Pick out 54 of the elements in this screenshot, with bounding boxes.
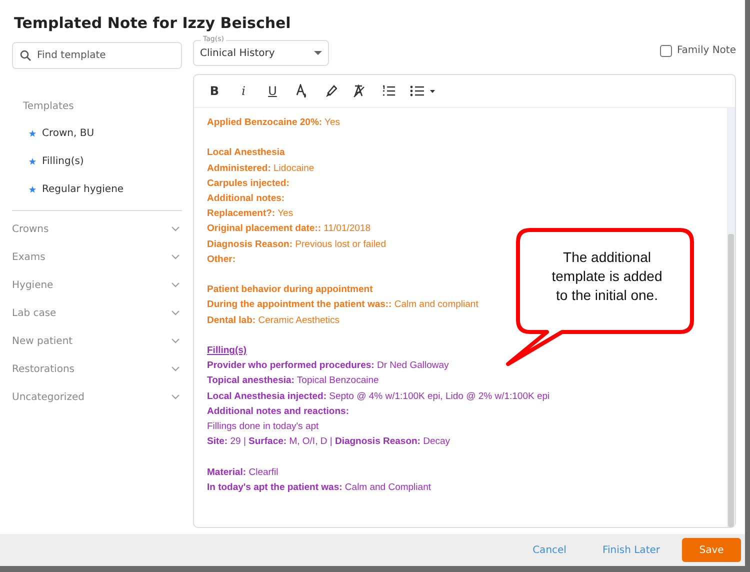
caret-icon [314, 51, 322, 55]
note-line: Replacement?: Yes [207, 207, 294, 222]
bold-button[interactable]: B [202, 80, 227, 102]
scrollbar[interactable] [727, 108, 735, 527]
note-line: Site: 29 | Surface: M, O/I, D | Diagnosis Reason: Decay [207, 435, 450, 450]
note-line: Patient behavior during appointment [207, 283, 373, 298]
note-line: Material: Clearfil [207, 466, 278, 480]
note-line: In today's apt the patient was: Calm and Compliant [207, 480, 431, 495]
italic-button[interactable]: i [231, 80, 256, 102]
category-item[interactable]: New patient [12, 327, 182, 355]
section-heading: Templates [23, 100, 75, 114]
template-item[interactable]: Regular hygiene [29, 182, 182, 197]
category-item[interactable]: Uncategorized [12, 383, 182, 411]
star-icon [29, 186, 36, 193]
star-icon [29, 158, 36, 165]
note-line: Other: [207, 252, 236, 267]
underline-button[interactable]: U [260, 80, 285, 102]
section-heading: Filling(s) [207, 344, 247, 358]
caret-icon[interactable] [430, 90, 434, 92]
link-button[interactable]: Cancel [518, 538, 580, 562]
note-line: Applied Benzocaine 20%: Yes [207, 116, 340, 130]
note-line: Local Anesthesia injected: Septo @ 4% w/1:100K epi, Lido @ 2% w/1:100K epi [207, 390, 550, 404]
note-line: Topical anesthesia: Topical Benzocaine [207, 374, 379, 388]
category-item[interactable]: Exams [12, 243, 182, 271]
text-color-icon[interactable] [295, 84, 308, 98]
note-line: During the appointment the patient was:: Calm and compliant [207, 298, 478, 312]
clear-format-icon[interactable] [353, 84, 366, 98]
category-item[interactable]: Lab case [12, 299, 182, 327]
note-line: Local Anesthesia [207, 146, 285, 160]
highlighter-icon[interactable] [324, 84, 337, 98]
note-line: Diagnosis Reason: Previous lost or failed [207, 238, 386, 252]
note-line: Dental lab: Ceramic Aesthetics [207, 314, 340, 328]
checkbox-label[interactable]: Family Note [676, 43, 736, 58]
note-line: Fillings done in today's apt [207, 420, 319, 434]
search-field[interactable]: Find template [12, 42, 182, 69]
numbered-list-icon[interactable] [382, 84, 395, 98]
category-item[interactable]: Crowns [12, 215, 182, 243]
note-line: Provider who performed procedures: Dr Ned Galloway [207, 359, 449, 374]
note-line: Original placement date:: 11/01/2018 [207, 222, 371, 236]
note-line: Carpules injected: [207, 176, 290, 191]
note-line: Additional notes: [207, 192, 285, 206]
checkbox[interactable] [660, 44, 672, 56]
category-item[interactable]: Restorations [12, 355, 182, 383]
dialog-title: Templated Note for Izzy Beischel [13, 13, 292, 32]
callout-text: The additional template is added to the initial one. [550, 248, 664, 305]
note-line: Administered: Lidocaine [207, 162, 314, 176]
bullet-list-icon[interactable] [410, 84, 424, 98]
template-item[interactable]: Filling(s) [29, 154, 182, 169]
category-item[interactable]: Hygiene [12, 271, 182, 299]
link-button[interactable]: Finish Later [588, 538, 674, 562]
star-icon [29, 130, 36, 137]
save-button[interactable]: Save [682, 538, 741, 562]
template-item[interactable]: Crown, BU [29, 126, 182, 141]
note-line: Additional notes and reactions: [207, 404, 349, 419]
